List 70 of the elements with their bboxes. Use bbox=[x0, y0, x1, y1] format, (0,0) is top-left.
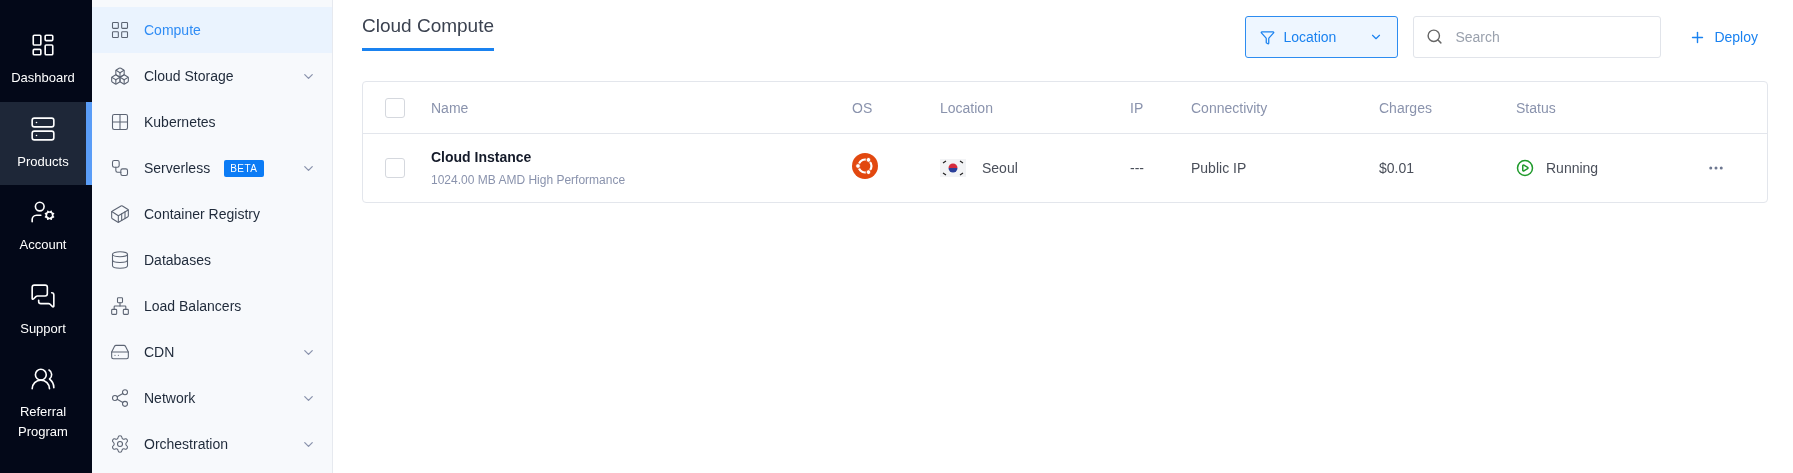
rail-item[interactable]: Products bbox=[0, 101, 92, 185]
rail-label: Account bbox=[19, 236, 67, 254]
flag-icon bbox=[940, 159, 966, 177]
rail-item[interactable]: Referral Program bbox=[0, 352, 92, 455]
dashboard-icon bbox=[30, 32, 56, 58]
sidebar-item[interactable]: Serverless BETA bbox=[92, 145, 332, 191]
sidebar-item[interactable]: Orchestration bbox=[92, 421, 332, 467]
network-icon bbox=[110, 296, 130, 316]
chat-icon bbox=[30, 282, 56, 309]
sidebar-item[interactable]: Cloud Storage bbox=[92, 53, 332, 99]
sidebar-label: Kubernetes bbox=[144, 114, 216, 130]
column-header: OS bbox=[852, 99, 874, 116]
server-icon bbox=[30, 115, 56, 142]
column-header: Connectivity bbox=[1191, 99, 1269, 116]
connectivity-cell-text: Public IP bbox=[1191, 160, 1248, 176]
share-icon bbox=[110, 388, 130, 408]
sidebar-label: Network bbox=[144, 390, 196, 406]
checkbox[interactable] bbox=[385, 158, 405, 178]
column-header: Status bbox=[1516, 99, 1557, 116]
container-icon bbox=[110, 204, 130, 224]
column-header: IP bbox=[1130, 99, 1145, 116]
column-header: Location bbox=[940, 99, 994, 116]
sidebar-item[interactable]: Kubernetes bbox=[92, 99, 332, 145]
location-filter[interactable]: Location bbox=[1245, 16, 1399, 58]
play-icon bbox=[1516, 159, 1534, 177]
sidebar-label: CDN bbox=[144, 344, 175, 360]
settings-icon bbox=[110, 434, 130, 454]
rail-item[interactable]: Dashboard bbox=[0, 18, 92, 102]
location-cell: Seoul bbox=[982, 160, 1018, 176]
sidebar-label: Load Balancers bbox=[144, 298, 242, 314]
status-cell: Running bbox=[1546, 160, 1599, 176]
sidebar-item[interactable]: Container Registry bbox=[92, 191, 332, 237]
beta-badge: BETA bbox=[224, 159, 264, 177]
sidebar-label: Orchestration bbox=[144, 436, 229, 452]
rail-label: Referral Program bbox=[17, 403, 69, 441]
boxes-icon bbox=[110, 66, 130, 86]
sidebar-label: Container Registry bbox=[144, 206, 260, 222]
charges-cell-text: $0.01 bbox=[1379, 160, 1416, 176]
grid-icon bbox=[110, 112, 130, 132]
tab[interactable]: Cloud Compute bbox=[362, 15, 495, 51]
database-icon bbox=[110, 250, 130, 270]
instance-plan: 1024.00 MB AMD High Performance bbox=[431, 173, 627, 187]
sidebar-item[interactable]: Databases bbox=[92, 237, 332, 283]
checkbox[interactable] bbox=[385, 97, 405, 118]
ubuntu-icon bbox=[852, 153, 878, 179]
filter-icon bbox=[1260, 29, 1276, 45]
sidebar-label: Databases bbox=[144, 252, 211, 268]
rail-label: Support bbox=[20, 319, 66, 338]
sidebar-item[interactable]: Network bbox=[92, 375, 332, 421]
rail-item[interactable]: Account bbox=[0, 185, 92, 269]
sidebar-label: Cloud Storage bbox=[144, 68, 234, 84]
column-header: Charges bbox=[1379, 99, 1433, 116]
rail-item[interactable]: Support bbox=[0, 268, 92, 352]
rail-label: Dashboard bbox=[11, 69, 75, 87]
deploy-button[interactable]: Deploy bbox=[1689, 16, 1768, 58]
sidebar-item[interactable]: CDN bbox=[92, 329, 332, 375]
users-icon bbox=[30, 366, 56, 392]
user-cog-icon bbox=[30, 199, 56, 225]
search-field[interactable]: Search bbox=[1413, 16, 1662, 58]
grid-icon bbox=[110, 20, 130, 40]
column-header: Name bbox=[431, 99, 470, 116]
drive-icon bbox=[110, 342, 130, 362]
workflow-icon bbox=[110, 158, 130, 178]
search-icon bbox=[1426, 28, 1444, 45]
sidebar-label: Compute bbox=[144, 22, 201, 38]
instance-name: Cloud Instance bbox=[431, 149, 533, 165]
ip-cell-text: --- bbox=[1130, 160, 1145, 176]
sidebar-label: Serverless bbox=[144, 160, 211, 176]
rail-label: Products bbox=[17, 152, 69, 171]
sidebar-item[interactable]: Load Balancers bbox=[92, 283, 332, 329]
